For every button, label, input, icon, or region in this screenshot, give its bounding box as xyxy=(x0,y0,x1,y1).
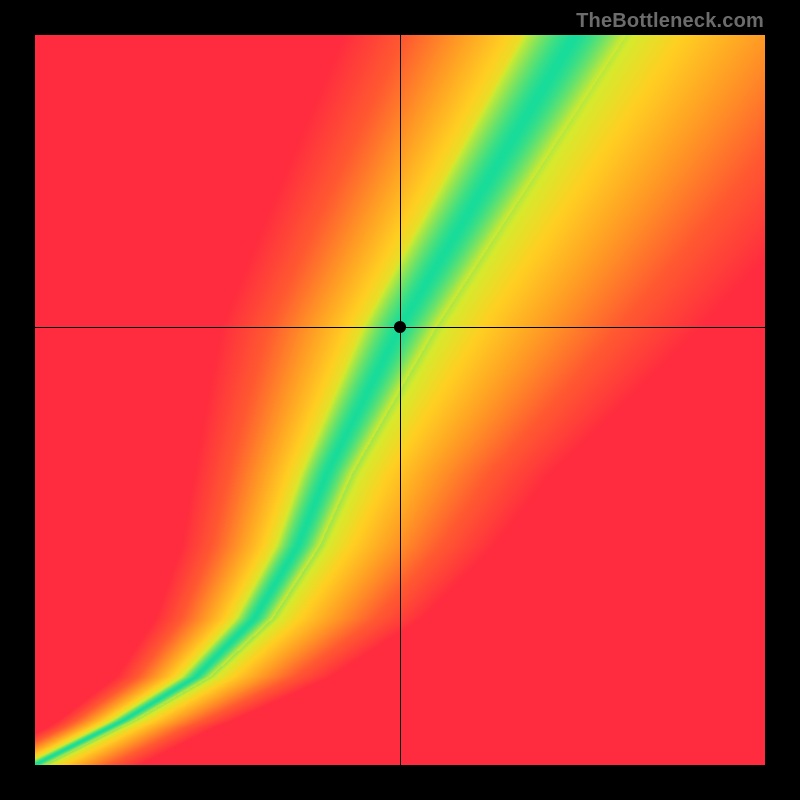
crosshair-vertical xyxy=(400,35,401,765)
selection-marker[interactable] xyxy=(394,321,406,333)
heatmap-plot xyxy=(35,35,765,765)
chart-frame: TheBottleneck.com xyxy=(0,0,800,800)
watermark-text: TheBottleneck.com xyxy=(576,10,764,33)
